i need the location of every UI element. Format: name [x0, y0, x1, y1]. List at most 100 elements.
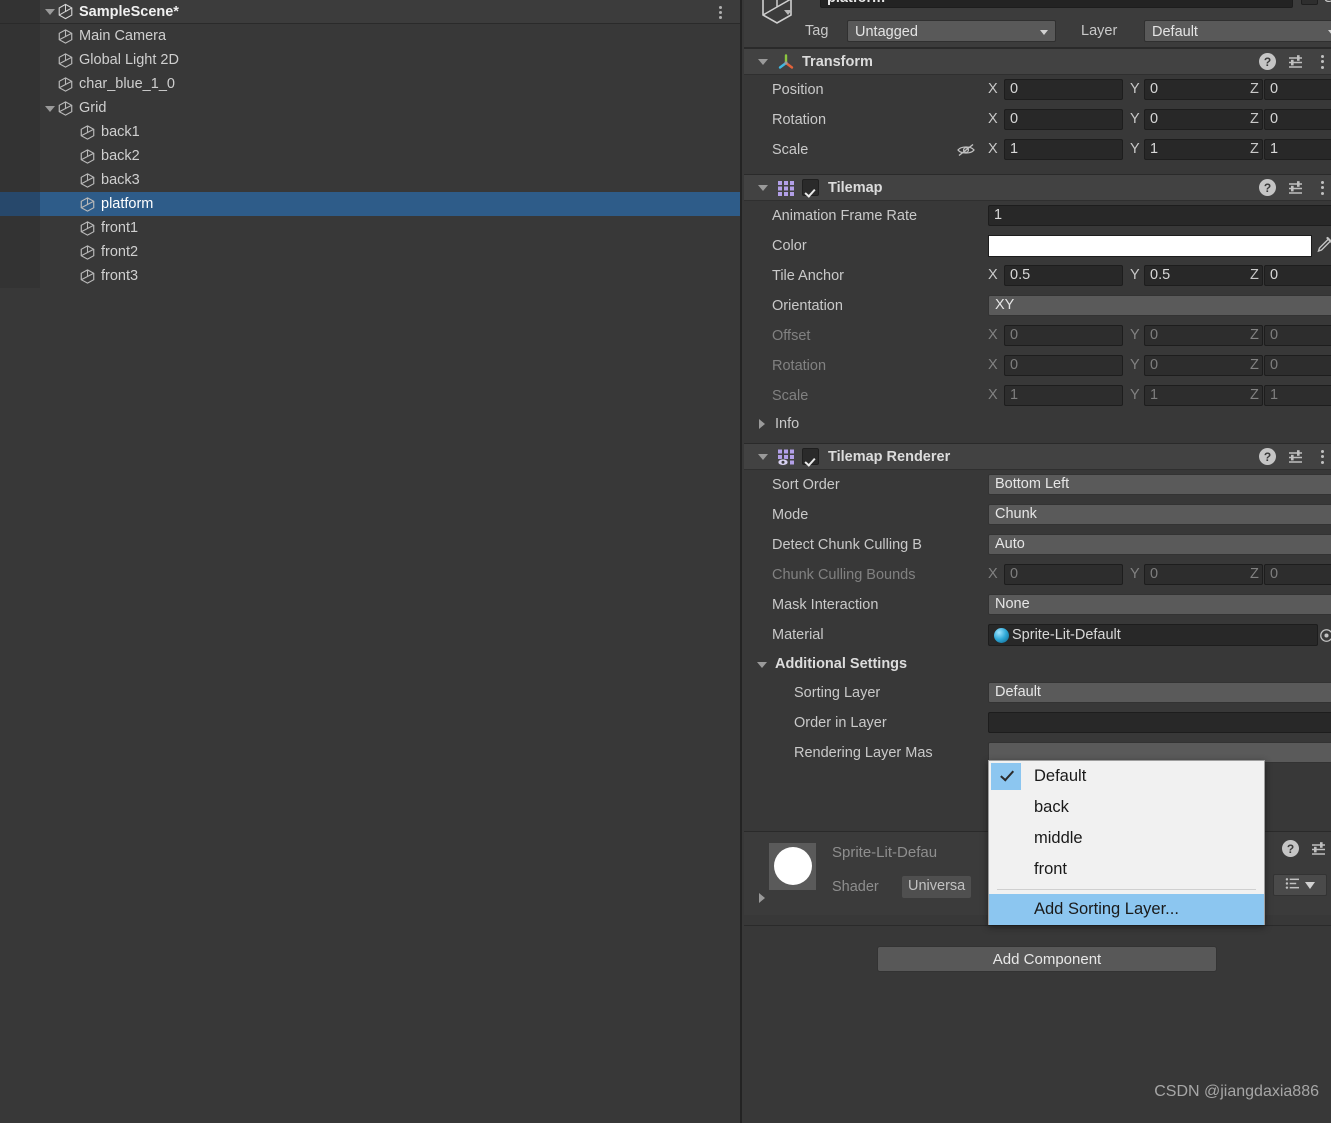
color-swatch[interactable] — [988, 235, 1312, 257]
tile-anchor-y-axis: Y — [1130, 267, 1140, 283]
hierarchy-item-back3[interactable]: back3 — [0, 168, 742, 192]
hierarchy-row-gutter — [0, 24, 40, 48]
scene-expand-arrow[interactable] — [44, 5, 57, 18]
hierarchy-item-global-light-2d[interactable]: Global Light 2D — [0, 48, 742, 72]
info-foldout-arrow[interactable] — [756, 418, 769, 431]
tile-anchor-x-field[interactable]: 0.5 — [1004, 265, 1123, 286]
help-icon[interactable]: ? — [1259, 179, 1276, 196]
hierarchy-scene-row[interactable]: SampleScene* — [0, 0, 742, 24]
rotation-y-axis: Y — [1130, 111, 1140, 127]
hierarchy-item-front3[interactable]: front3 — [0, 264, 742, 288]
shader-value[interactable]: Universa — [902, 876, 972, 898]
sorting-layer-option-back[interactable]: back — [989, 792, 1264, 823]
hierarchy-item-back2[interactable]: back2 — [0, 144, 742, 168]
tilemap-renderer-enabled-checkbox[interactable] — [802, 448, 819, 465]
tilemap-color-row: Color — [744, 231, 1331, 261]
scale-x-field[interactable]: 1 — [1004, 139, 1123, 160]
position-y-field[interactable]: 0 — [1144, 79, 1263, 100]
rotation-y-field[interactable]: 0 — [1144, 109, 1263, 130]
additional-settings-arrow[interactable] — [756, 658, 769, 671]
hierarchy-panel-divider[interactable] — [740, 0, 742, 1123]
mode-row: Mode Chunk — [744, 500, 1331, 530]
sorting-layer-dropdown[interactable]: Default — [988, 682, 1331, 703]
hierarchy-item-front1[interactable]: front1 — [0, 216, 742, 240]
position-z-field[interactable]: 0 — [1264, 79, 1331, 100]
material-object-field[interactable]: Sprite-Lit-Default — [988, 624, 1318, 646]
transform-icon — [777, 53, 795, 71]
object-picker-icon[interactable] — [1318, 624, 1331, 646]
tilemap-header[interactable]: Tilemap ? — [744, 174, 1331, 201]
position-x-field[interactable]: 0 — [1004, 79, 1123, 100]
scene-name-label: SampleScene* — [79, 3, 179, 20]
transform-menu-icon[interactable] — [1315, 53, 1329, 70]
help-icon[interactable]: ? — [1282, 840, 1299, 857]
help-icon[interactable]: ? — [1259, 448, 1276, 465]
tilemap-renderer-header[interactable]: Tilemap Renderer ? — [744, 443, 1331, 470]
hierarchy-expand-arrow[interactable] — [44, 102, 57, 115]
preset-icon[interactable] — [1310, 840, 1327, 857]
tile-anchor-y-field[interactable]: 0.5 — [1144, 265, 1263, 286]
tilemap-renderer-menu-icon[interactable] — [1315, 448, 1329, 465]
hierarchy-menu-icon[interactable] — [712, 4, 728, 20]
position-x-axis: X — [988, 81, 998, 97]
tilemap-menu-icon[interactable] — [1315, 179, 1329, 196]
tag-dropdown[interactable]: Untagged — [847, 20, 1056, 42]
hierarchy-item-main-camera[interactable]: Main Camera — [0, 24, 742, 48]
detect-chunk-culling-dropdown[interactable]: Auto — [988, 534, 1331, 555]
additional-settings-foldout[interactable]: Additional Settings — [744, 650, 1331, 678]
offset-y-field: 0 — [1144, 325, 1263, 346]
mask-interaction-dropdown[interactable]: None — [988, 594, 1331, 615]
sorting-layer-option-default[interactable]: Default — [989, 761, 1264, 792]
preset-icon[interactable] — [1287, 448, 1304, 465]
scale-constrain-eye-off-icon[interactable] — [956, 142, 976, 158]
tilemap-foldout-arrow[interactable] — [757, 181, 770, 194]
rotation-z-field[interactable]: 0 — [1264, 109, 1331, 130]
hierarchy-spacer — [44, 30, 57, 43]
mask-interaction-label: Mask Interaction — [772, 597, 879, 613]
inspector-panel: platform Static Tag Untagged Layer Defau… — [744, 0, 1331, 1123]
sorting-layer-menu[interactable]: Default back middle front Add Sorting Layer.… — [988, 760, 1265, 925]
tile-anchor-z-field[interactable]: 0 — [1264, 265, 1331, 286]
rotation-x-field[interactable]: 0 — [1004, 109, 1123, 130]
sorting-layer-row: Sorting Layer Default — [744, 678, 1331, 708]
eyedropper-icon[interactable] — [1314, 235, 1331, 257]
sort-order-dropdown[interactable]: Bottom Left — [988, 474, 1331, 495]
gameobject-icon-dropdown[interactable] — [784, 10, 792, 15]
material-foldout-arrow[interactable] — [756, 892, 769, 905]
hierarchy-item-back1[interactable]: back1 — [0, 120, 742, 144]
transform-header[interactable]: Transform ? — [744, 48, 1331, 75]
add-component-button[interactable]: Add Component — [877, 946, 1217, 972]
tilemap-info-foldout[interactable]: Info — [744, 411, 1331, 437]
material-sphere-icon — [994, 627, 1009, 643]
hierarchy-spacer — [44, 78, 57, 91]
hierarchy-item-grid[interactable]: Grid — [0, 96, 742, 120]
hierarchy-item-platform[interactable]: platform — [0, 192, 742, 216]
object-name-field[interactable]: platform — [820, 0, 1293, 8]
transform-foldout-arrow[interactable] — [757, 55, 770, 68]
position-label: Position — [772, 82, 824, 98]
hierarchy-item-front2[interactable]: front2 — [0, 240, 742, 264]
orientation-dropdown[interactable]: XY — [988, 295, 1331, 316]
animation-frame-rate-field[interactable]: 1 — [988, 205, 1331, 226]
shader-variants-button[interactable] — [1273, 874, 1327, 896]
scale-z-field[interactable]: 1 — [1264, 139, 1331, 160]
hierarchy-row-content: Global Light 2D — [44, 52, 179, 69]
help-icon[interactable]: ? — [1259, 53, 1276, 70]
add-sorting-layer-menu-item[interactable]: Add Sorting Layer... — [989, 894, 1264, 925]
static-checkbox[interactable] — [1301, 0, 1318, 5]
transform-rotation-row: Rotation X 0 Y 0 Z 0 — [744, 105, 1331, 135]
mode-dropdown[interactable]: Chunk — [988, 504, 1331, 525]
hierarchy-item-char-blue-1-0[interactable]: char_blue_1_0 — [0, 72, 742, 96]
hierarchy-row-content: Grid — [44, 100, 106, 117]
layer-dropdown[interactable]: Default — [1144, 20, 1331, 42]
scale-y-field[interactable]: 1 — [1144, 139, 1263, 160]
preset-icon[interactable] — [1287, 179, 1304, 196]
tilemap-renderer-foldout-arrow[interactable] — [757, 450, 770, 463]
sorting-layer-option-middle[interactable]: middle — [989, 823, 1264, 854]
sorting-layer-option-front[interactable]: front — [989, 854, 1264, 885]
preset-icon[interactable] — [1287, 53, 1304, 70]
hierarchy-row-gutter — [0, 192, 40, 216]
sort-order-value: Bottom Left — [995, 476, 1070, 492]
tilemap-enabled-checkbox[interactable] — [802, 179, 819, 196]
order-in-layer-field[interactable] — [988, 712, 1331, 733]
